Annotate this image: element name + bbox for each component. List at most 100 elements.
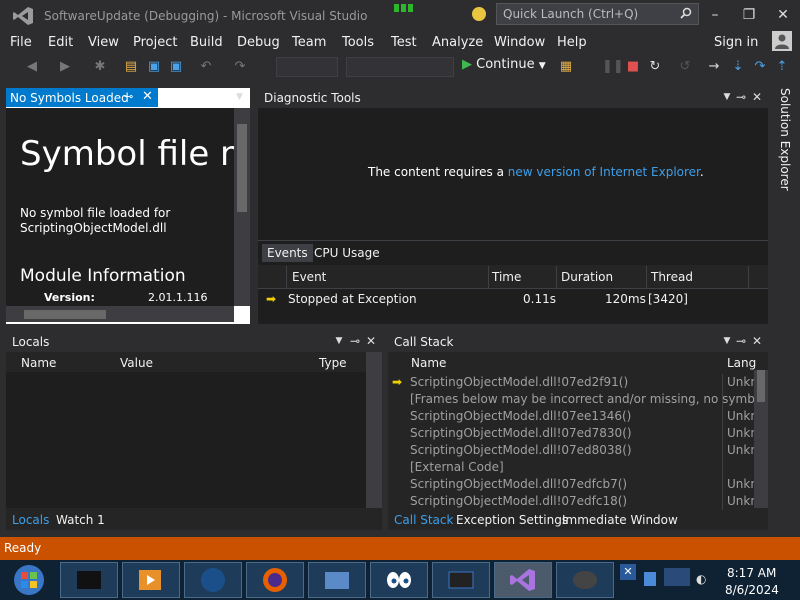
taskbar-app-mouse[interactable] bbox=[556, 562, 614, 598]
pin-icon[interactable]: ⊸ bbox=[734, 88, 748, 106]
column-value[interactable]: Value bbox=[120, 356, 153, 370]
save-all-icon[interactable]: ▣ bbox=[168, 59, 184, 75]
sign-in-link[interactable]: Sign in bbox=[714, 35, 758, 50]
column-thread[interactable]: Thread bbox=[651, 270, 693, 284]
open-file-icon[interactable]: ▤ bbox=[123, 59, 139, 75]
pin-icon[interactable]: ⊸ bbox=[124, 90, 133, 103]
column-event[interactable]: Event bbox=[292, 270, 326, 284]
close-box-icon[interactable]: ✕ bbox=[620, 564, 636, 580]
step-out-icon[interactable]: ⇡ bbox=[774, 59, 790, 75]
tab-cpu-usage[interactable]: CPU Usage bbox=[309, 244, 385, 262]
close-window-button[interactable]: ✕ bbox=[770, 4, 796, 26]
tab-events[interactable]: Events bbox=[262, 244, 313, 262]
call-stack-row[interactable]: ScriptingObjectModel.dll!07ed8038() Unkn bbox=[390, 442, 754, 459]
taskbar-app-terminal[interactable] bbox=[60, 562, 118, 598]
call-stack-row[interactable]: ➡ ScriptingObjectModel.dll!07ed2f91() Un… bbox=[390, 374, 754, 391]
taskbar-app-eyes[interactable] bbox=[370, 562, 428, 598]
column-time[interactable]: Time bbox=[492, 270, 521, 284]
break-all-icon[interactable]: ❚❚ bbox=[602, 59, 624, 75]
menu-tools[interactable]: Tools bbox=[342, 35, 374, 50]
tab-immediate-window[interactable]: Immediate Window bbox=[562, 513, 678, 527]
continue-button[interactable]: ▶ Continue ▼ bbox=[462, 57, 546, 77]
feedback-icon[interactable] bbox=[392, 2, 416, 14]
column-duration[interactable]: Duration bbox=[561, 270, 613, 284]
call-stack-row[interactable]: [External Code] bbox=[390, 459, 754, 476]
tab-exception-settings[interactable]: Exception Settings bbox=[456, 513, 568, 527]
hot-reload-icon[interactable]: ↺ bbox=[677, 59, 693, 75]
menu-project[interactable]: Project bbox=[133, 35, 177, 50]
close-icon[interactable]: ✕ bbox=[364, 332, 378, 350]
taskbar-app-globe[interactable] bbox=[184, 562, 242, 598]
column-name[interactable]: Name bbox=[411, 356, 446, 370]
menu-view[interactable]: View bbox=[88, 35, 119, 50]
scrollbar-thumb[interactable] bbox=[24, 310, 106, 319]
scrollbar-thumb[interactable] bbox=[237, 124, 247, 212]
event-name-cell[interactable]: Stopped at Exception bbox=[288, 292, 417, 306]
configuration-dropdown[interactable] bbox=[276, 57, 338, 77]
redo-icon[interactable]: ↷ bbox=[232, 59, 248, 75]
step-over-icon[interactable]: ↷ bbox=[752, 59, 768, 75]
call-stack-row[interactable]: ScriptingObjectModel.dll!07ed7830() Unkn bbox=[390, 425, 754, 442]
tab-call-stack[interactable]: Call Stack bbox=[394, 513, 453, 527]
tab-no-symbols-loaded[interactable]: No Symbols Loaded ⊸ ✕ bbox=[6, 88, 158, 107]
navigate-forward-icon[interactable]: ▶ bbox=[57, 59, 73, 75]
menu-build[interactable]: Build bbox=[190, 35, 223, 50]
menu-edit[interactable]: Edit bbox=[48, 35, 73, 50]
close-icon[interactable]: ✕ bbox=[142, 89, 153, 104]
volume-icon[interactable]: ◐ bbox=[696, 572, 706, 586]
tab-locals[interactable]: Locals bbox=[12, 513, 49, 527]
menu-window[interactable]: Window bbox=[494, 35, 545, 50]
send-feedback-smiley-icon[interactable] bbox=[472, 7, 486, 21]
network-icon[interactable] bbox=[644, 572, 656, 586]
stop-debugging-icon[interactable]: ■ bbox=[625, 59, 641, 75]
close-icon[interactable]: ✕ bbox=[750, 332, 764, 350]
attach-process-icon[interactable]: ▦ bbox=[558, 59, 574, 75]
restore-button[interactable]: ❐ bbox=[736, 4, 762, 26]
menu-debug[interactable]: Debug bbox=[237, 35, 280, 50]
step-into-icon[interactable]: ⇣ bbox=[730, 59, 746, 75]
pin-icon[interactable]: ⊸ bbox=[734, 332, 748, 350]
column-name[interactable]: Name bbox=[21, 356, 56, 370]
platform-dropdown[interactable] bbox=[346, 57, 454, 77]
call-stack-row[interactable]: [Frames below may be incorrect and/or mi… bbox=[390, 391, 754, 408]
show-next-statement-icon[interactable]: → bbox=[706, 59, 722, 75]
menu-help[interactable]: Help bbox=[557, 35, 587, 50]
menu-analyze[interactable]: Analyze bbox=[432, 35, 483, 50]
ie-update-link[interactable]: new version of Internet Explorer bbox=[508, 165, 700, 179]
call-stack-row[interactable]: ScriptingObjectModel.dll!07ee1346() Unkn bbox=[390, 408, 754, 425]
scrollbar-thumb[interactable] bbox=[757, 370, 765, 402]
pin-icon[interactable]: ⊸ bbox=[348, 332, 362, 350]
menu-team[interactable]: Team bbox=[292, 35, 326, 50]
chevron-down-icon[interactable]: ▼ bbox=[720, 332, 734, 350]
menu-test[interactable]: Test bbox=[391, 35, 417, 50]
chevron-down-icon[interactable]: ▼ bbox=[332, 332, 346, 350]
tray-app-icon[interactable] bbox=[664, 568, 690, 586]
solution-explorer-tab[interactable]: Solution Explorer bbox=[772, 88, 792, 208]
column-lang[interactable]: Lang bbox=[727, 356, 756, 370]
undo-icon[interactable]: ↶ bbox=[198, 59, 214, 75]
minimize-button[interactable]: – bbox=[702, 4, 728, 26]
taskbar-app-firefox[interactable] bbox=[246, 562, 304, 598]
chevron-down-icon[interactable]: ▼ bbox=[720, 88, 734, 106]
save-icon[interactable]: ▣ bbox=[146, 59, 162, 75]
taskbar-app-explorer[interactable] bbox=[308, 562, 366, 598]
close-icon[interactable]: ✕ bbox=[750, 88, 764, 106]
clock-date[interactable]: 8/6/2024 bbox=[725, 583, 779, 597]
tab-watch-1[interactable]: Watch 1 bbox=[56, 513, 105, 527]
taskbar-app-monitor[interactable] bbox=[432, 562, 490, 598]
call-stack-row[interactable]: ScriptingObjectModel.dll!07edfcb7() Unkn bbox=[390, 476, 754, 493]
navigate-back-icon[interactable]: ◀ bbox=[24, 59, 40, 75]
call-stack-row[interactable]: ScriptingObjectModel.dll!07edfc18() Unkn bbox=[390, 493, 754, 510]
clock-time[interactable]: 8:17 AM bbox=[727, 566, 776, 580]
taskbar-app-media[interactable] bbox=[122, 562, 180, 598]
restart-icon[interactable]: ↻ bbox=[647, 59, 663, 75]
column-type[interactable]: Type bbox=[319, 356, 347, 370]
quick-launch-input[interactable]: Quick Launch (Ctrl+Q) bbox=[496, 3, 699, 25]
taskbar-app-visual-studio[interactable] bbox=[494, 562, 552, 598]
start-button[interactable] bbox=[2, 562, 56, 598]
document-list-chevron-icon[interactable]: ▼ bbox=[236, 92, 243, 102]
vertical-scrollbar[interactable] bbox=[366, 352, 382, 508]
menu-file[interactable]: File bbox=[10, 35, 32, 50]
new-project-icon[interactable]: ✱ bbox=[92, 59, 108, 75]
account-icon[interactable] bbox=[772, 31, 792, 51]
